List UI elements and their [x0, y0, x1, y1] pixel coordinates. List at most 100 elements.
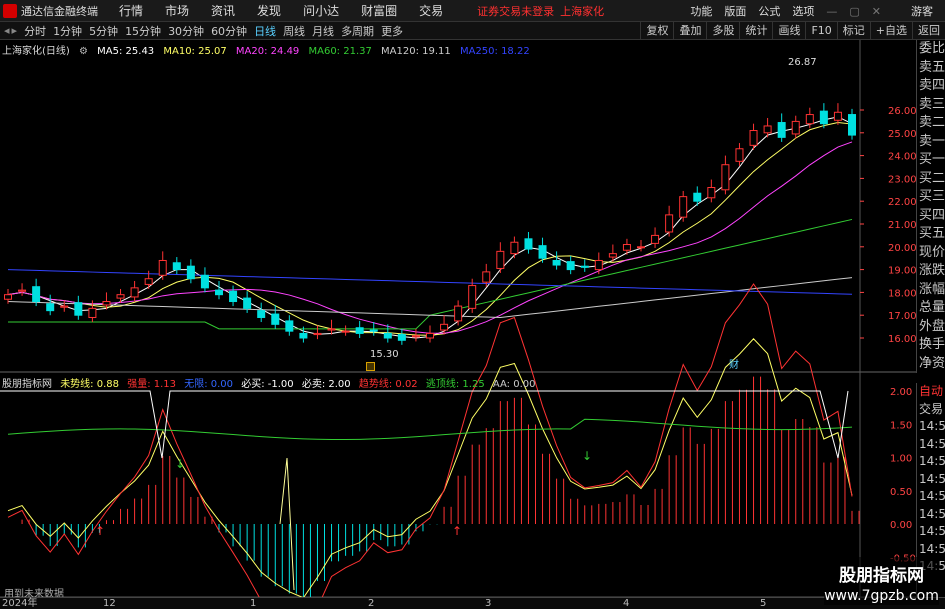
- side-item[interactable]: 买二: [917, 170, 945, 189]
- indicator-ws: 逃顶线: 1.25: [425, 379, 485, 390]
- side-item[interactable]: 涨幅: [917, 281, 945, 300]
- candle-body: [102, 301, 111, 306]
- side-item[interactable]: 买三: [917, 188, 945, 207]
- trade-label[interactable]: 交易: [917, 401, 945, 419]
- candle-body: [144, 278, 153, 285]
- date-axis: 2024年 12 1 2 3 4 5: [0, 597, 945, 609]
- price-tick: 24.00: [888, 152, 917, 163]
- candle-body: [482, 271, 491, 283]
- kline-chart[interactable]: 26.0025.0024.0023.0022.0021.0020.0019.00…: [0, 0, 945, 609]
- candle-body: [552, 259, 561, 266]
- candle-body: [496, 250, 505, 269]
- time-item: 14:56: [919, 436, 945, 451]
- side-item[interactable]: 净资: [917, 355, 945, 374]
- time-item: 14:56: [919, 454, 945, 468]
- candle-body: [74, 302, 83, 316]
- low-price-label: 15.30: [370, 349, 399, 360]
- side-item[interactable]: 卖一: [917, 133, 945, 152]
- side-item[interactable]: 卖四: [917, 77, 945, 96]
- candle-body: [327, 328, 336, 331]
- date-tick: 1: [250, 598, 257, 609]
- side-item[interactable]: 涨跌: [917, 262, 945, 281]
- candle-body: [749, 130, 758, 146]
- high-price-label: 26.87: [788, 57, 817, 68]
- price-tick: 23.00: [888, 174, 917, 185]
- side-item[interactable]: 卖五: [917, 59, 945, 78]
- watermark-title: 股朋指标网: [839, 566, 924, 586]
- candle-body: [215, 289, 223, 296]
- side-item[interactable]: 外盘: [917, 318, 945, 337]
- watermark: 股朋指标网 www.7gpzb.com: [824, 557, 939, 605]
- candle-body: [88, 307, 97, 318]
- price-tick: 22.00: [888, 197, 917, 208]
- candle-body: [524, 238, 533, 250]
- side-item[interactable]: 卖二: [917, 114, 945, 133]
- candle-body: [651, 234, 660, 244]
- side-item[interactable]: 买五: [917, 225, 945, 244]
- event-marker-icon[interactable]: [366, 362, 375, 371]
- side-item[interactable]: 总量: [917, 299, 945, 318]
- candle-body: [665, 214, 674, 233]
- finance-marker[interactable]: 财: [729, 356, 739, 371]
- candle-body: [257, 310, 266, 318]
- ma120-value: MA120: 19.11: [381, 46, 451, 57]
- indicator-buy: 必买: -1.00: [241, 379, 294, 390]
- watermark-url: www.7gpzb.com: [824, 588, 939, 604]
- signal-arrow-down-icon: ↓: [582, 449, 592, 463]
- side-item[interactable]: 买一: [917, 151, 945, 170]
- candle-body: [116, 294, 125, 299]
- candle-body: [4, 294, 12, 300]
- indicator-tick: 0.50: [890, 487, 912, 498]
- indicator-tick: 0.00: [890, 520, 912, 531]
- indicator-name[interactable]: 股朋指标网: [2, 379, 52, 390]
- candle-body: [538, 245, 547, 259]
- candle-body: [622, 244, 631, 251]
- candle-body: [763, 125, 772, 134]
- candle-body: [32, 286, 41, 303]
- side-item[interactable]: 买四: [917, 207, 945, 226]
- time-item: 14:56: [919, 524, 945, 538]
- date-tick: 5: [760, 598, 767, 609]
- indicator-tick: 1.50: [890, 420, 912, 431]
- time-item: 14:56: [919, 419, 945, 433]
- candle-body: [721, 164, 730, 191]
- stock-period-label: 上海家化(日线): [2, 46, 70, 57]
- ma60-value: MA60: 21.37: [308, 46, 372, 57]
- date-tick: 12: [103, 598, 116, 609]
- candle-body: [383, 332, 392, 339]
- ma-info-bar: 上海家化(日线) ⚙ MA5: 25.43 MA10: 25.07 MA20: …: [2, 42, 536, 57]
- side-item[interactable]: 现价: [917, 244, 945, 263]
- candle-body: [805, 114, 814, 125]
- side-item[interactable]: 卖三: [917, 96, 945, 115]
- candle-body: [510, 241, 519, 255]
- candle-body: [130, 287, 139, 298]
- candle-body: [707, 187, 716, 199]
- indicator-zl: 强量: 1.13: [127, 379, 177, 390]
- side-item[interactable]: 委比: [917, 40, 945, 59]
- candle-body: [229, 290, 238, 303]
- date-tick: 2: [368, 598, 375, 609]
- candle-body: [46, 303, 55, 312]
- indicator-tick: 1.00: [890, 454, 912, 465]
- date-tick: 3: [485, 598, 492, 609]
- ma250-value: MA250: 18.22: [459, 46, 530, 57]
- candle-body: [735, 148, 744, 162]
- time-item: 14:56: [919, 541, 945, 556]
- price-tick: 26.00: [888, 106, 917, 117]
- candle-body: [693, 192, 702, 202]
- sell-signal-line: [0, 390, 849, 459]
- ma5-line: [7, 116, 853, 339]
- settings-icon[interactable]: ⚙: [79, 46, 88, 57]
- indicator-sell: 必卖: 2.00: [301, 379, 351, 390]
- ma5-value: MA5: 25.43: [97, 46, 155, 57]
- candle-body: [833, 111, 842, 121]
- candle-body: [426, 332, 434, 339]
- candle-body: [411, 335, 420, 338]
- candle-body: [566, 261, 575, 271]
- time-item: 14:56: [919, 471, 945, 486]
- signal-arrow-down-icon: ↓: [175, 457, 185, 471]
- auto-label[interactable]: 自动: [917, 383, 945, 401]
- ma10-value: MA10: 25.07: [163, 46, 227, 57]
- candle-body: [594, 259, 603, 271]
- side-item[interactable]: 换手: [917, 336, 945, 355]
